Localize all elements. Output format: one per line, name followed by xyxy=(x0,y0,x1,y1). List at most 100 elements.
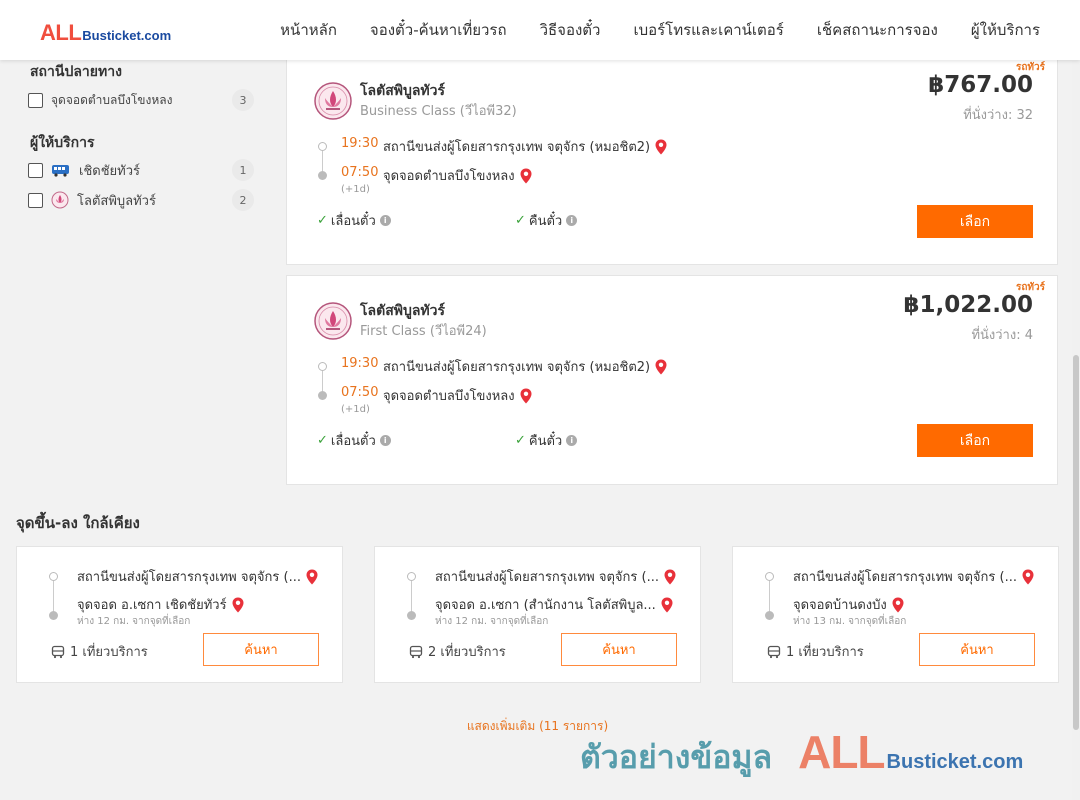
watermark-logo-domain: Busticket.com xyxy=(886,751,1024,773)
nearby-distance: ห่าง 12 กม. จากจุดที่เลือก xyxy=(435,616,549,627)
policy-label: เลื่อนตั๋ว xyxy=(330,214,376,229)
timeline-start-dot xyxy=(49,572,58,581)
sample-watermark: ตัวอย่างข้อมูล ALL Busticket.com xyxy=(580,725,1023,783)
site-logo[interactable]: ALL Busticket.com xyxy=(40,20,171,46)
filter-label: โลตัสพิบูลทัวร์ xyxy=(77,193,156,209)
policy-label: คืนตั๋ว xyxy=(528,214,563,229)
map-pin-icon[interactable] xyxy=(306,569,318,585)
nav-home[interactable]: หน้าหลัก xyxy=(280,18,337,42)
timeline-end-dot xyxy=(318,171,327,180)
next-day-label: (+1d) xyxy=(341,404,370,415)
depart-stop: สถานีขนส่งผู้โดยสารกรุงเทพ จตุจักร (หมอช… xyxy=(383,136,667,157)
bus-operator-icon xyxy=(51,163,71,177)
nearby-from-stop: สถานีขนส่งผู้โดยสารกรุงเทพ จตุจักร (... xyxy=(77,566,318,587)
arrive-stop-label: จุดจอดตำบลบึงโขงหลง xyxy=(383,169,515,184)
bus-icon xyxy=(51,645,65,658)
timeline-line xyxy=(322,371,323,392)
depart-time: 19:30 xyxy=(341,356,379,371)
page-scrollbar[interactable] xyxy=(1072,0,1080,800)
check-icon: ✓ xyxy=(515,213,526,228)
map-pin-icon[interactable] xyxy=(664,569,676,585)
nearby-search-button[interactable]: ค้นหา xyxy=(561,633,677,666)
info-icon[interactable]: i xyxy=(566,435,578,446)
filter-checkbox[interactable] xyxy=(28,192,43,208)
filter-count: 3 xyxy=(232,89,254,111)
nav-how-to-book[interactable]: วิธีจองตั๋ว xyxy=(540,18,601,42)
filter-destination-item[interactable]: จุดจอดตำบลบึงโขงหลง 3 xyxy=(28,88,254,112)
map-pin-icon[interactable] xyxy=(520,168,532,184)
watermark-sample-text: ตัวอย่างข้อมูล xyxy=(580,738,773,776)
nearby-to-stop: จุดจอด อ.เซกา (สำนักงาน โลตัสพิบูล... xyxy=(435,594,673,615)
arrive-time: 07:50 xyxy=(341,165,379,180)
nav-operators[interactable]: ผู้ให้บริการ xyxy=(971,18,1040,42)
arrive-stop-label: จุดจอดตำบลบึงโขงหลง xyxy=(383,389,515,404)
operator-name: โลตัสพิบูลทัวร์ xyxy=(360,83,446,99)
select-trip-button[interactable]: เลือก xyxy=(917,424,1033,457)
nearby-to-label: จุดจอดบ้านดงบัง xyxy=(793,598,887,613)
next-day-label: (+1d) xyxy=(341,184,370,195)
nav-phone-counter[interactable]: เบอร์โทรและเคาน์เตอร์ xyxy=(633,18,783,42)
map-pin-icon[interactable] xyxy=(892,597,904,613)
timeline-line xyxy=(769,581,770,612)
seats-available: ที่นั่งว่าง: 32 xyxy=(963,108,1033,123)
timeline-start-dot xyxy=(318,362,327,371)
map-pin-icon[interactable] xyxy=(232,597,244,613)
timeline-start-dot xyxy=(407,572,416,581)
nearby-search-button[interactable]: ค้นหา xyxy=(203,633,319,666)
map-pin-icon[interactable] xyxy=(661,597,673,613)
nearby-section-title: จุดขึ้น-ลง ใกล้เคียง xyxy=(16,514,140,532)
info-icon[interactable]: i xyxy=(566,215,578,226)
nearby-to-label: จุดจอด อ.เซกา (สำนักงาน โลตัสพิบูล... xyxy=(435,598,656,613)
timeline-end-dot xyxy=(407,611,416,620)
nearby-trip-count-label: 2 เที่ยวบริการ xyxy=(428,645,506,660)
nearby-from-label: สถานีขนส่งผู้โดยสารกรุงเทพ จตุจักร (... xyxy=(793,570,1017,585)
nearby-trip-count: 1 เที่ยวบริการ xyxy=(51,641,148,662)
nearby-from-stop: สถานีขนส่งผู้โดยสารกรุงเทพ จตุจักร (... xyxy=(793,566,1034,587)
trip-card: รถทัวร์ โลตัสพิบูลทัวร์ Business Class (… xyxy=(286,55,1058,265)
map-pin-icon[interactable] xyxy=(1022,569,1034,585)
info-icon[interactable]: i xyxy=(379,435,391,446)
scrollbar-thumb[interactable] xyxy=(1073,355,1079,730)
nearby-to-stop: จุดจอด อ.เซกา เชิดชัยทัวร์ xyxy=(77,594,244,615)
nearby-trip-count-label: 1 เที่ยวบริการ xyxy=(70,645,148,660)
filter-checkbox[interactable] xyxy=(28,162,43,178)
bus-icon xyxy=(409,645,423,658)
nearby-search-button[interactable]: ค้นหา xyxy=(919,633,1035,666)
lotus-icon xyxy=(51,191,69,209)
policy-label: เลื่อนตั๋ว xyxy=(330,434,376,449)
bus-class: Business Class (วีไอพี32) xyxy=(360,104,517,119)
timeline-line xyxy=(411,581,412,612)
lotus-logo-icon xyxy=(314,302,352,340)
nearby-trip-count-label: 1 เที่ยวบริการ xyxy=(786,645,864,660)
filter-label: เชิดชัยทัวร์ xyxy=(79,163,141,179)
nearby-from-stop: สถานีขนส่งผู้โดยสารกรุงเทพ จตุจักร (... xyxy=(435,566,676,587)
map-pin-icon[interactable] xyxy=(520,388,532,404)
bus-class: First Class (วีไอพี24) xyxy=(360,324,487,339)
map-pin-icon[interactable] xyxy=(655,359,667,375)
trip-card: รถทัวร์ โลตัสพิบูลทัวร์ First Class (วีไ… xyxy=(286,275,1058,485)
filter-checkbox[interactable] xyxy=(28,92,43,108)
filter-operator-item-2[interactable]: โลตัสพิบูลทัวร์ 2 xyxy=(28,188,254,212)
bus-icon xyxy=(767,645,781,658)
timeline-start-dot xyxy=(765,572,774,581)
depart-stop-label: สถานีขนส่งผู้โดยสารกรุงเทพ จตุจักร (หมอช… xyxy=(383,360,651,375)
nearby-card: สถานีขนส่งผู้โดยสารกรุงเทพ จตุจักร (... … xyxy=(732,546,1059,683)
nearby-trip-count: 1 เที่ยวบริการ xyxy=(767,641,864,662)
timeline-line xyxy=(322,151,323,172)
watermark-logo-all: ALL xyxy=(798,726,885,778)
select-trip-button[interactable]: เลือก xyxy=(917,205,1033,238)
nearby-card: สถานีขนส่งผู้โดยสารกรุงเทพ จตุจักร (... … xyxy=(16,546,343,683)
check-icon: ✓ xyxy=(317,433,328,448)
policy-change-ticket: ✓ เลื่อนตั๋ว i xyxy=(317,430,391,451)
info-icon[interactable]: i xyxy=(379,215,391,226)
operator-name: โลตัสพิบูลทัวร์ xyxy=(360,303,446,319)
arrive-time: 07:50 xyxy=(341,385,379,400)
arrive-stop: จุดจอดตำบลบึงโขงหลง xyxy=(383,165,532,186)
filter-operator-item-1[interactable]: เชิดชัยทัวร์ 1 xyxy=(28,158,254,182)
nav-book-search[interactable]: จองตั๋ว-ค้นหาเที่ยวรถ xyxy=(370,18,507,42)
check-icon: ✓ xyxy=(317,213,328,228)
map-pin-icon[interactable] xyxy=(655,139,667,155)
arrive-stop: จุดจอดตำบลบึงโขงหลง xyxy=(383,385,532,406)
timeline-end-dot xyxy=(318,391,327,400)
nav-check-booking[interactable]: เช็คสถานะการจอง xyxy=(817,18,938,42)
